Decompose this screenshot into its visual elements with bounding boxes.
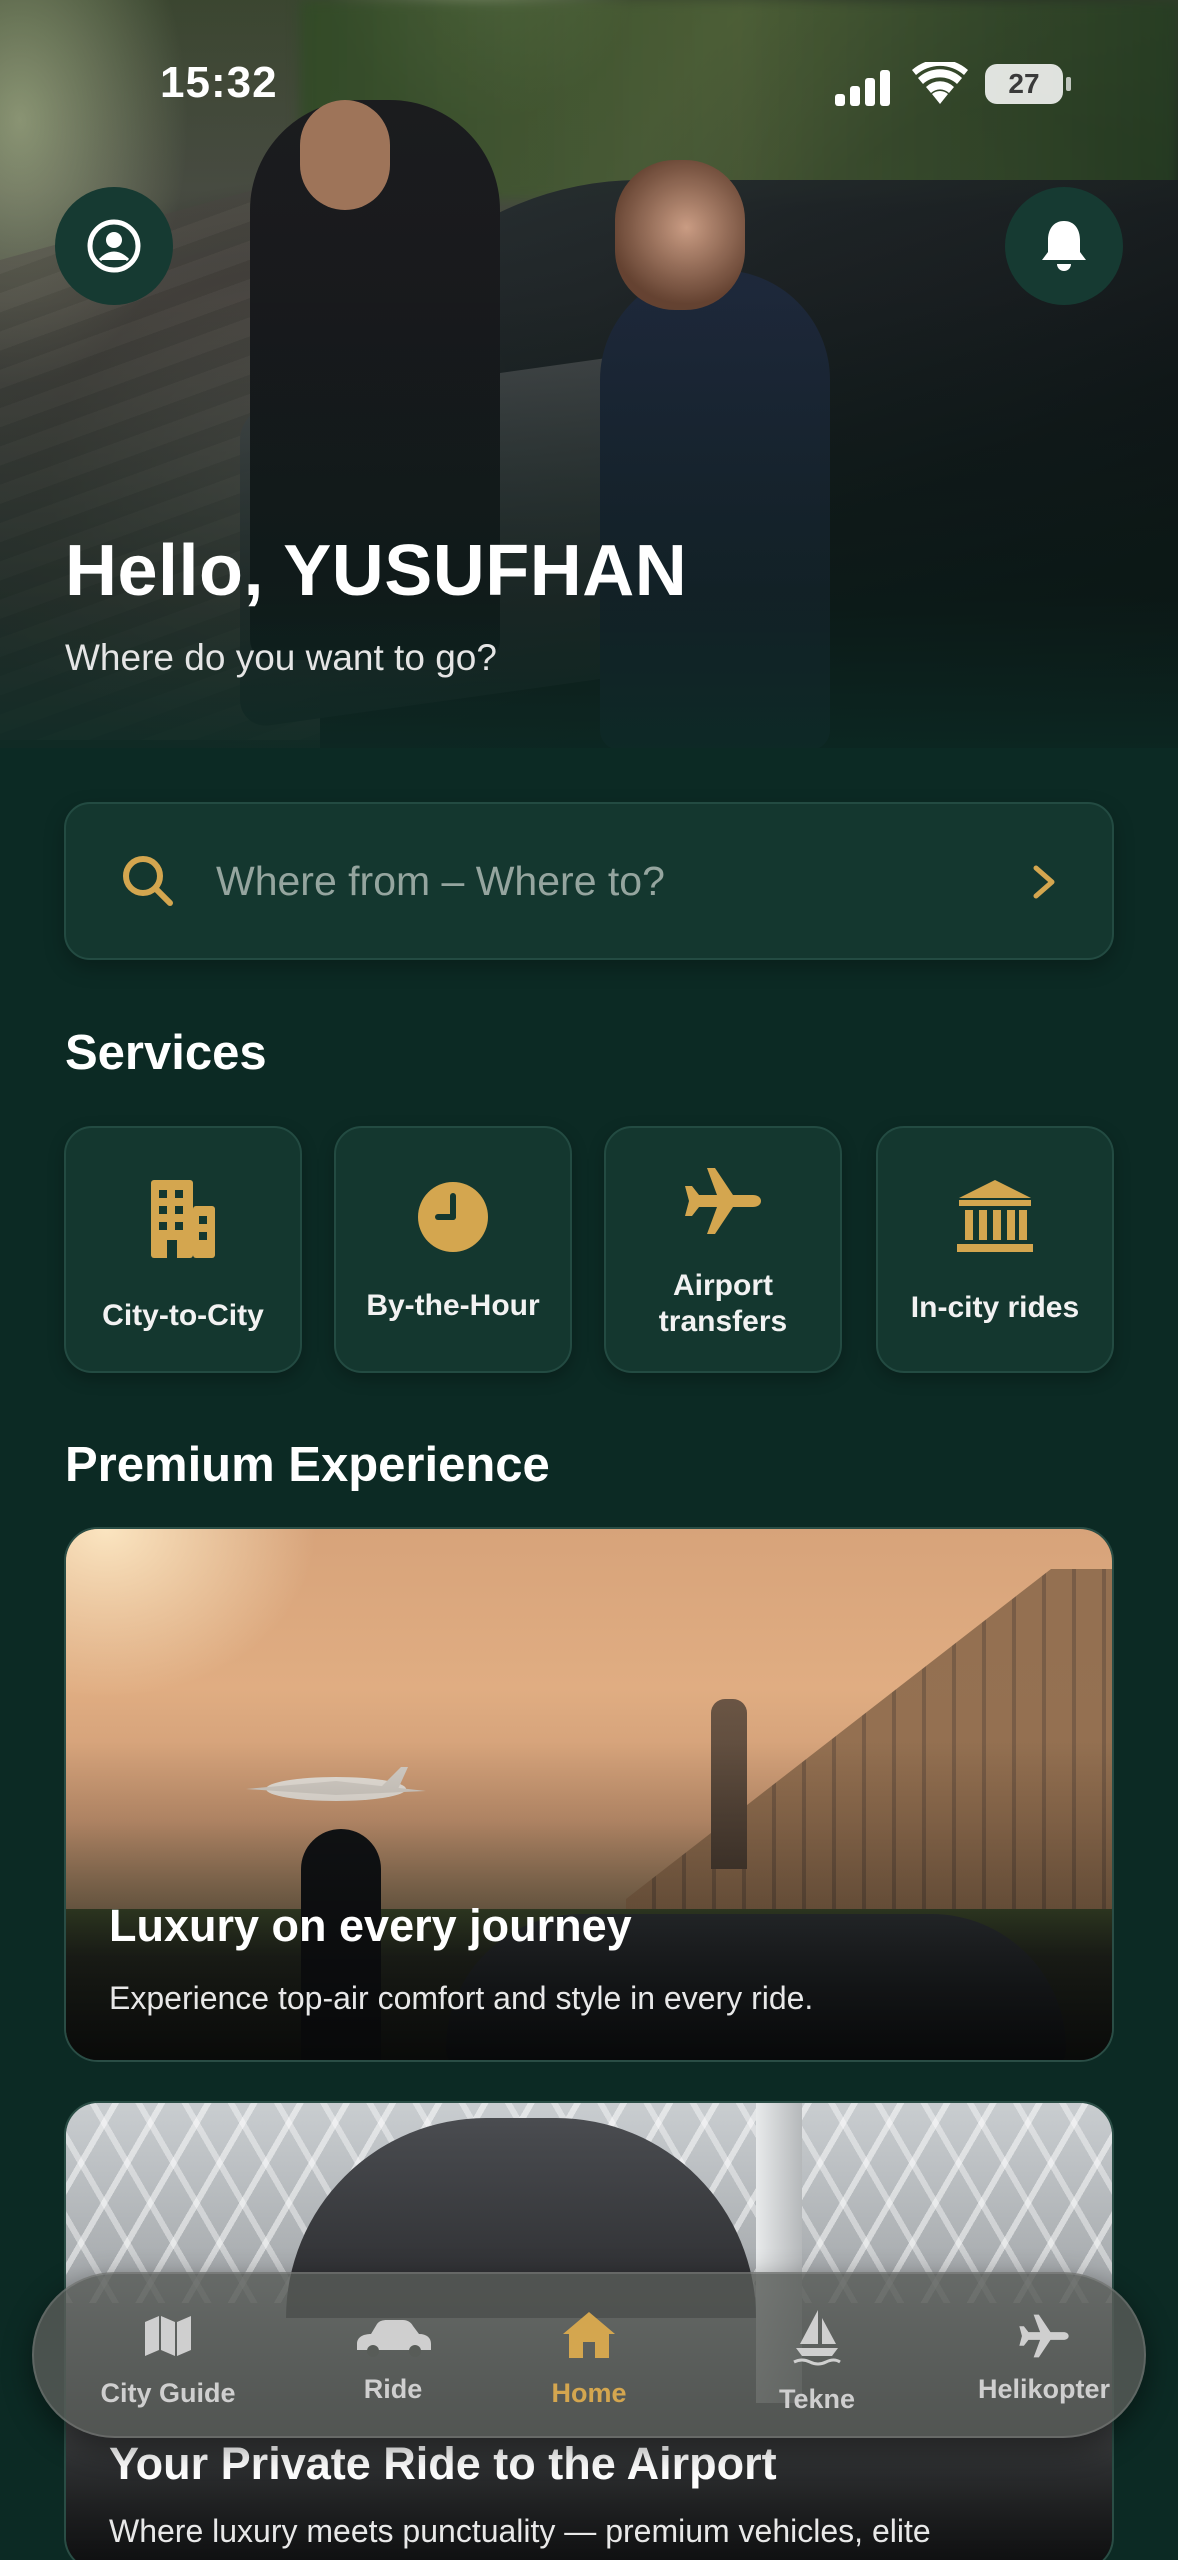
- plane-icon: [1019, 2314, 1069, 2358]
- premium-title: Premium Experience: [65, 1438, 550, 1492]
- battery-icon: 27: [985, 64, 1071, 104]
- service-city-to-city[interactable]: City-to-City: [64, 1126, 302, 1373]
- tab-label: Home: [551, 2378, 627, 2408]
- services-grid: City-to-City By-the-Hour Airport transfe…: [64, 1126, 1114, 1373]
- service-label: In-city rides: [910, 1291, 1080, 1324]
- tab-label: Ride: [363, 2374, 423, 2404]
- promo-title: Your Private Ride to the Airport: [109, 2438, 777, 2489]
- service-airport-transfers[interactable]: Airport transfers: [604, 1126, 842, 1373]
- clock-icon: [418, 1182, 488, 1252]
- services-title: Services: [65, 1026, 267, 1080]
- service-label: By-the-Hour: [366, 1289, 540, 1322]
- service-label-line1: Airport: [673, 1269, 773, 1302]
- tab-label: Helikopter: [977, 2374, 1111, 2404]
- bell-icon: [1042, 221, 1086, 271]
- landmark-icon: [957, 1180, 1033, 1252]
- promo-card-luxury[interactable]: Luxury on every journey Experience top-a…: [64, 1527, 1114, 2062]
- buildings-icon: [151, 1180, 215, 1258]
- wifi-icon: [912, 62, 968, 104]
- home-icon: [563, 2312, 615, 2358]
- route-search-bar[interactable]: Where from – Where to?: [64, 802, 1114, 960]
- hero-shade: [0, 0, 1178, 748]
- status-bar: 15:32 27: [0, 52, 1178, 112]
- service-by-the-hour[interactable]: By-the-Hour: [334, 1126, 572, 1373]
- status-time: 15:32: [160, 58, 278, 107]
- tab-city-guide[interactable]: City Guide: [68, 2274, 268, 2440]
- service-label: City-to-City: [102, 1299, 264, 1332]
- tab-home[interactable]: Home: [489, 2274, 689, 2440]
- search-icon: [123, 856, 173, 906]
- tab-label: Tekne: [778, 2384, 856, 2414]
- promo-subtitle: Where luxury meets punctuality — premium…: [109, 2513, 931, 2549]
- search-placeholder: Where from – Where to?: [216, 858, 665, 904]
- airplane-icon: [685, 1168, 761, 1234]
- tab-helikopter[interactable]: Helikopter: [944, 2274, 1144, 2440]
- tab-label: City Guide: [100, 2378, 236, 2408]
- bottom-tab-bar: City Guide Ride Home Tekne Helikopter: [32, 2272, 1146, 2438]
- car-icon: [357, 2320, 431, 2357]
- profile-button[interactable]: [55, 187, 173, 305]
- battery-level: 27: [1008, 68, 1040, 99]
- promo-title: Luxury on every journey: [109, 1900, 632, 1951]
- service-label-line2: transfers: [658, 1305, 788, 1338]
- user-icon: [87, 219, 141, 273]
- notifications-button[interactable]: [1005, 187, 1123, 305]
- map-icon: [145, 2316, 191, 2356]
- tab-tekne[interactable]: Tekne: [717, 2274, 917, 2440]
- signal-icon: [835, 66, 895, 106]
- service-in-city-rides[interactable]: In-city rides: [876, 1126, 1114, 1373]
- tab-ride[interactable]: Ride: [293, 2274, 493, 2440]
- chevron-right-icon: [1033, 865, 1055, 899]
- sailboat-icon: [793, 2310, 841, 2366]
- hero-banner: 15:32 27 Hello, YUSUFHAN Where do you wa…: [0, 0, 1178, 748]
- promo-subtitle: Experience top-air comfort and style in …: [109, 1980, 814, 2016]
- greeting-title: Hello, YUSUFHAN: [65, 531, 688, 611]
- greeting-subtitle: Where do you want to go?: [65, 637, 497, 678]
